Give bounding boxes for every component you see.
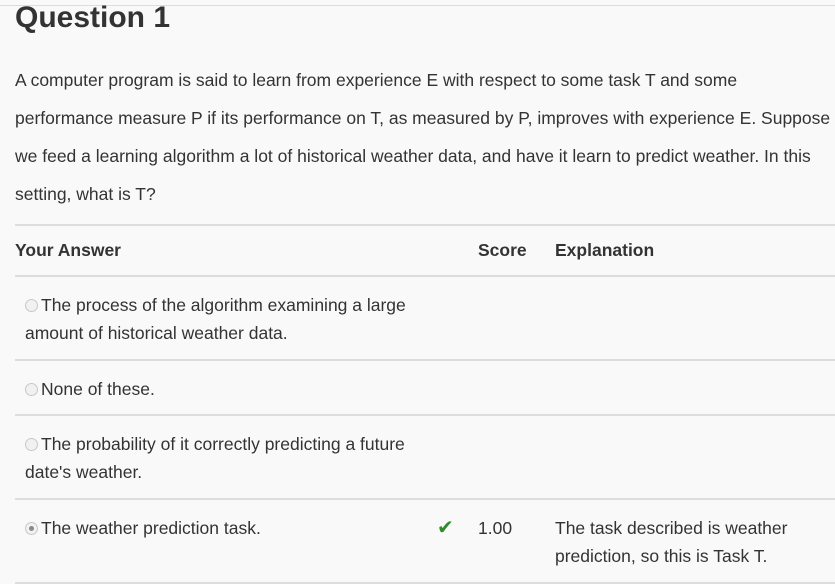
header-explanation: Explanation	[555, 224, 835, 277]
answer-text: The probability of it correctly predicti…	[25, 434, 405, 482]
table-row: The process of the algorithm examining a…	[15, 276, 835, 361]
radio-button[interactable]	[25, 299, 38, 312]
header-spacer	[435, 224, 478, 277]
explanation-cell	[555, 276, 835, 361]
explanation-cell	[555, 360, 835, 416]
question-text: A computer program is said to learn from…	[15, 70, 831, 204]
table-row: None of these.	[15, 360, 835, 416]
header-score: Score	[478, 224, 555, 277]
table-header-row: Your Answer Score Explanation	[15, 224, 835, 277]
explanation-cell: The task described is weather prediction…	[555, 499, 835, 584]
check-cell	[435, 360, 478, 416]
answer-text: The weather prediction task.	[41, 518, 261, 538]
score-cell	[478, 276, 555, 361]
answers-table: Your Answer Score Explanation The proces…	[15, 224, 835, 584]
checkmark-icon: ✔	[437, 517, 454, 539]
score-cell	[478, 415, 555, 500]
check-cell: ✔	[435, 499, 478, 584]
explanation-text: The task described is weather prediction…	[555, 518, 788, 566]
check-cell	[435, 276, 478, 361]
answer-text: None of these.	[41, 379, 155, 399]
answer-cell: The process of the algorithm examining a…	[15, 276, 435, 361]
table-row: The weather prediction task. ✔ 1.00 The …	[15, 499, 835, 584]
score-cell	[478, 360, 555, 416]
answer-cell: The probability of it correctly predicti…	[15, 415, 435, 500]
score-cell: 1.00	[478, 499, 555, 584]
header-your-answer: Your Answer	[15, 224, 435, 277]
radio-button[interactable]	[25, 383, 38, 396]
answer-cell: None of these.	[15, 360, 435, 416]
radio-button[interactable]	[25, 438, 38, 451]
score-value: 1.00	[478, 518, 513, 538]
answer-cell: The weather prediction task.	[15, 499, 435, 584]
question-title: Question 1	[15, 1, 171, 34]
radio-button-selected[interactable]	[25, 522, 38, 535]
table-row: The probability of it correctly predicti…	[15, 415, 835, 500]
check-cell	[435, 415, 478, 500]
explanation-cell	[555, 415, 835, 500]
answer-text: The process of the algorithm examining a…	[25, 295, 406, 343]
